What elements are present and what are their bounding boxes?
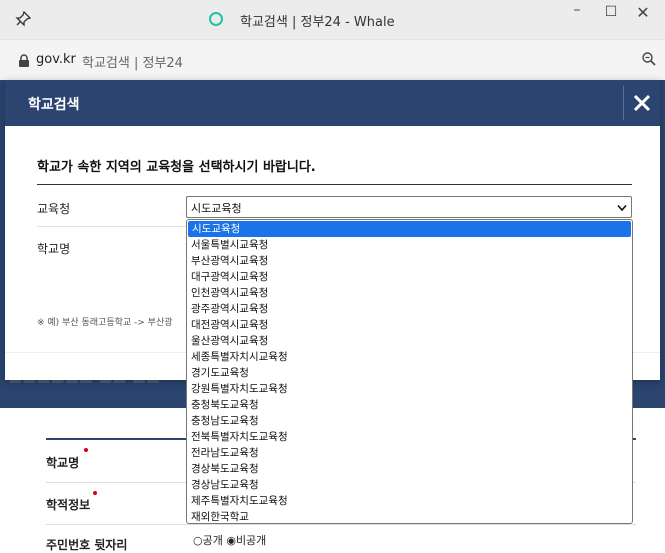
dropdown-option[interactable]: 대전광역시교육청 bbox=[187, 317, 632, 333]
dropdown-option[interactable]: 경상남도교육청 bbox=[187, 477, 632, 493]
dropdown-option[interactable]: 강원특별자치도교육청 bbox=[187, 381, 632, 397]
minimize-button[interactable]: – bbox=[565, 2, 589, 18]
background-label-record: 학적정보 bbox=[46, 498, 91, 512]
address-page-title: 학교검색 | 정부24 bbox=[82, 56, 183, 71]
lock-icon[interactable] bbox=[18, 53, 30, 72]
background-radio-group[interactable]: ○공개 ◉비공개 bbox=[193, 532, 266, 548]
background-label-school: 학교명 bbox=[46, 456, 80, 470]
address-bar[interactable]: gov.kr 학교검색 | 정부24 bbox=[0, 40, 665, 80]
dropdown-option[interactable]: 인천광역시교육청 bbox=[187, 285, 632, 301]
office-select[interactable]: 시도교육청 bbox=[186, 196, 632, 218]
office-label: 교육청 bbox=[37, 202, 71, 216]
close-icon bbox=[633, 94, 651, 112]
dropdown-option[interactable]: 충청남도교육청 bbox=[187, 413, 632, 429]
modal-instruction: 학교가 속한 지역의 교육청을 선택하시기 바랍니다. bbox=[37, 160, 316, 175]
background-label-resident: 주민번호 뒷자리 bbox=[46, 538, 128, 552]
zoom-icon[interactable] bbox=[641, 51, 657, 71]
close-window-button[interactable]: ✕ bbox=[631, 3, 655, 22]
dropdown-option[interactable]: 시도교육청 bbox=[188, 221, 631, 237]
modal-close-button[interactable] bbox=[631, 92, 653, 114]
search-hint: ※ 예) 부산 동래고등학교 -> 부산광 bbox=[37, 318, 173, 328]
dropdown-option[interactable]: 서울특별시교육청 bbox=[187, 237, 632, 253]
dropdown-option[interactable]: 경상북도교육청 bbox=[187, 461, 632, 477]
window-titlebar: 학교검색 | 정부24 - Whale – ☐ ✕ bbox=[0, 0, 665, 40]
dropdown-option[interactable]: 울산광역시교육청 bbox=[187, 333, 632, 349]
dropdown-option[interactable]: 전북특별자치도교육청 bbox=[187, 429, 632, 445]
window-title: 학교검색 | 정부24 - Whale bbox=[240, 15, 395, 30]
dropdown-option[interactable]: 전라남도교육청 bbox=[187, 445, 632, 461]
radio-public[interactable]: ○공개 bbox=[193, 534, 223, 547]
modal-header: 학교검색 bbox=[5, 80, 660, 126]
office-select-value: 시도교육청 bbox=[191, 202, 242, 215]
tab-status-icon bbox=[209, 12, 223, 26]
instruction-divider bbox=[37, 184, 632, 185]
radio-private[interactable]: ◉비공개 bbox=[226, 534, 266, 547]
address-domain: gov.kr bbox=[36, 52, 76, 67]
required-marker bbox=[93, 491, 97, 495]
dropdown-option[interactable]: 세종특별자치시교육청 bbox=[187, 349, 632, 365]
pin-icon[interactable] bbox=[15, 10, 32, 31]
dropdown-option[interactable]: 재외한국학교 bbox=[187, 509, 632, 523]
dropdown-option[interactable]: 충청북도교육청 bbox=[187, 397, 632, 413]
background-row-divider bbox=[46, 524, 636, 525]
dropdown-option[interactable]: 부산광역시교육청 bbox=[187, 253, 632, 269]
school-label: 학교명 bbox=[37, 242, 71, 256]
dropdown-option[interactable]: 제주특별자치도교육청 bbox=[187, 493, 632, 509]
maximize-button[interactable]: ☐ bbox=[599, 4, 623, 20]
dropdown-option[interactable]: 대구광역시교육청 bbox=[187, 269, 632, 285]
dropdown-option[interactable]: 광주광역시교육청 bbox=[187, 301, 632, 317]
modal-header-divider bbox=[623, 86, 624, 120]
chevron-down-icon bbox=[617, 202, 627, 215]
office-dropdown-list[interactable]: 시도교육청 서울특별시교육청 부산광역시교육청 대구광역시교육청 인천광역시교육… bbox=[186, 219, 633, 524]
dropdown-option[interactable]: 경기도교육청 bbox=[187, 365, 632, 381]
required-marker bbox=[84, 448, 88, 452]
modal-title: 학교검색 bbox=[28, 97, 80, 113]
